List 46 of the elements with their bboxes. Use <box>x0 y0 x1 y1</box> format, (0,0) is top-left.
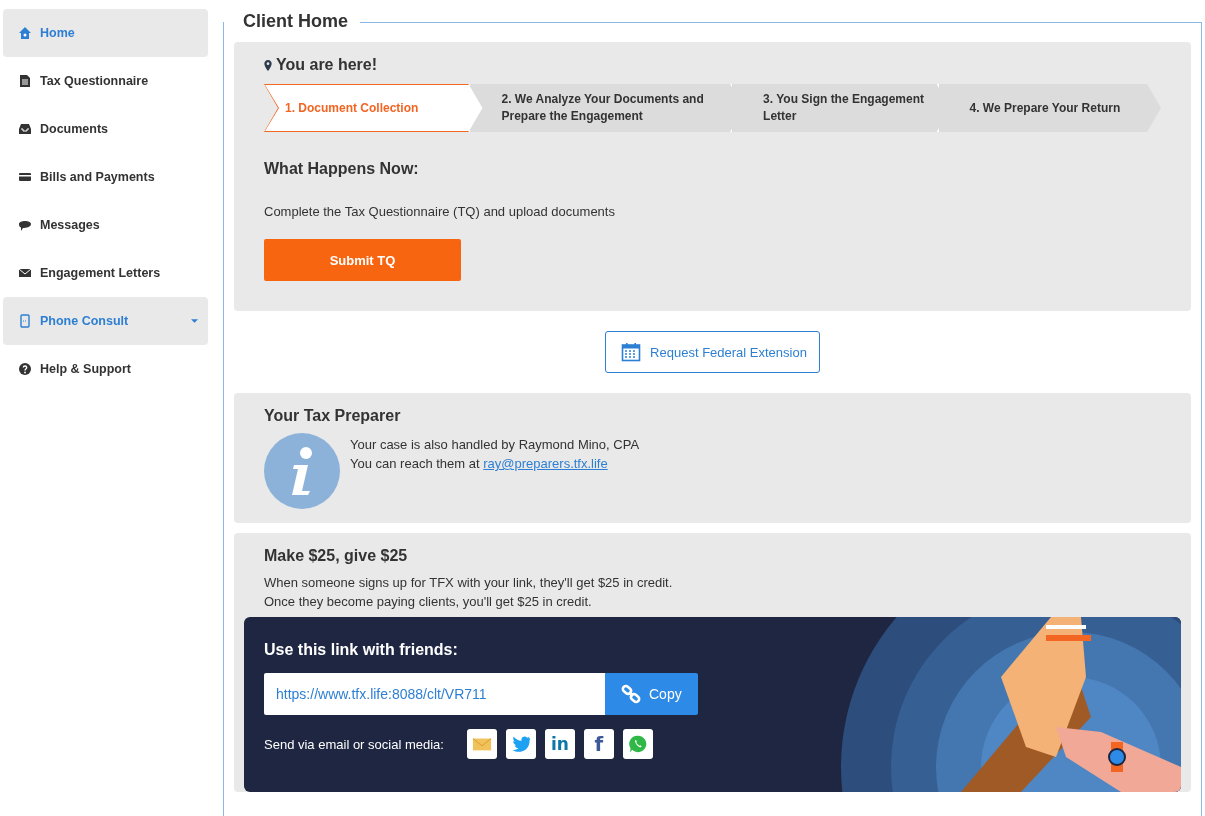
link-field[interactable]: https://www.tfx.life:8088/clt/VR711 <box>264 673 605 715</box>
inbox-icon <box>18 122 32 136</box>
progress-step: 4. We Prepare Your Return <box>936 84 1161 132</box>
share-label: Send via email or social media: <box>264 736 444 752</box>
preparer-text: Your case is also handled by Raymond Mino, CPA <box>350 437 640 452</box>
calendar-icon <box>621 342 642 362</box>
chat-share-button[interactable] <box>622 729 653 759</box>
sidebar-item[interactable]: Bills and Payments <box>3 153 208 201</box>
sidebar-item[interactable]: Messages <box>3 201 208 249</box>
sidebar-item[interactable]: Help & Support <box>3 345 208 393</box>
banner-title: Use this link with friends: <box>264 641 459 659</box>
sidebar-item[interactable]: Engagement Letters <box>3 249 208 297</box>
help-icon <box>18 362 32 376</box>
home-icon <box>18 26 32 40</box>
map-pin-icon <box>264 59 272 71</box>
copy-button[interactable]: Copy <box>605 673 698 715</box>
email-share-button[interactable] <box>466 729 497 759</box>
page-title: Client Home <box>242 10 349 32</box>
card-icon <box>18 170 32 184</box>
progress-title: You are here! <box>276 56 378 74</box>
description-text: Complete the Tax Questionnaire (TQ) and upload documents <box>264 204 616 219</box>
info-icon <box>264 433 340 509</box>
document-icon <box>18 74 32 88</box>
sidebar-item[interactable]: Home <box>3 9 208 57</box>
referral-text: When someone signs up for TFX with your link, they'll get $25 in credit. <box>264 575 674 590</box>
bird-icon <box>510 735 531 753</box>
email-link[interactable]: ray@preparers.tfx.life <box>483 456 608 471</box>
phone-icon <box>18 314 32 328</box>
section-heading: Your Tax Preparer <box>264 407 402 425</box>
section-heading: What Happens Now: <box>264 160 420 178</box>
envelope-icon <box>471 735 492 753</box>
facebook-share-button[interactable]: f <box>583 729 614 759</box>
phone-chat-icon <box>627 735 648 753</box>
contact-text: You can reach them at <box>350 456 480 471</box>
link-icon <box>621 684 641 704</box>
submit-button[interactable]: Submit TQ <box>264 239 461 281</box>
linkedin-share-button[interactable]: in <box>544 729 575 759</box>
chat-icon <box>18 218 32 232</box>
bird-share-button[interactable] <box>505 729 536 759</box>
sidebar-item[interactable]: Phone Consult <box>3 297 208 345</box>
extension-button[interactable]: Request Federal Extension <box>605 331 820 373</box>
referral-text: Once they become paying clients, you'll get $25 in credit. <box>264 594 593 609</box>
sidebar-item[interactable]: Tax Questionnaire <box>3 57 208 105</box>
section-heading: Make $25, give $25 <box>264 547 409 565</box>
sidebar-item[interactable]: Documents <box>3 105 208 153</box>
envelope-icon <box>18 266 32 280</box>
